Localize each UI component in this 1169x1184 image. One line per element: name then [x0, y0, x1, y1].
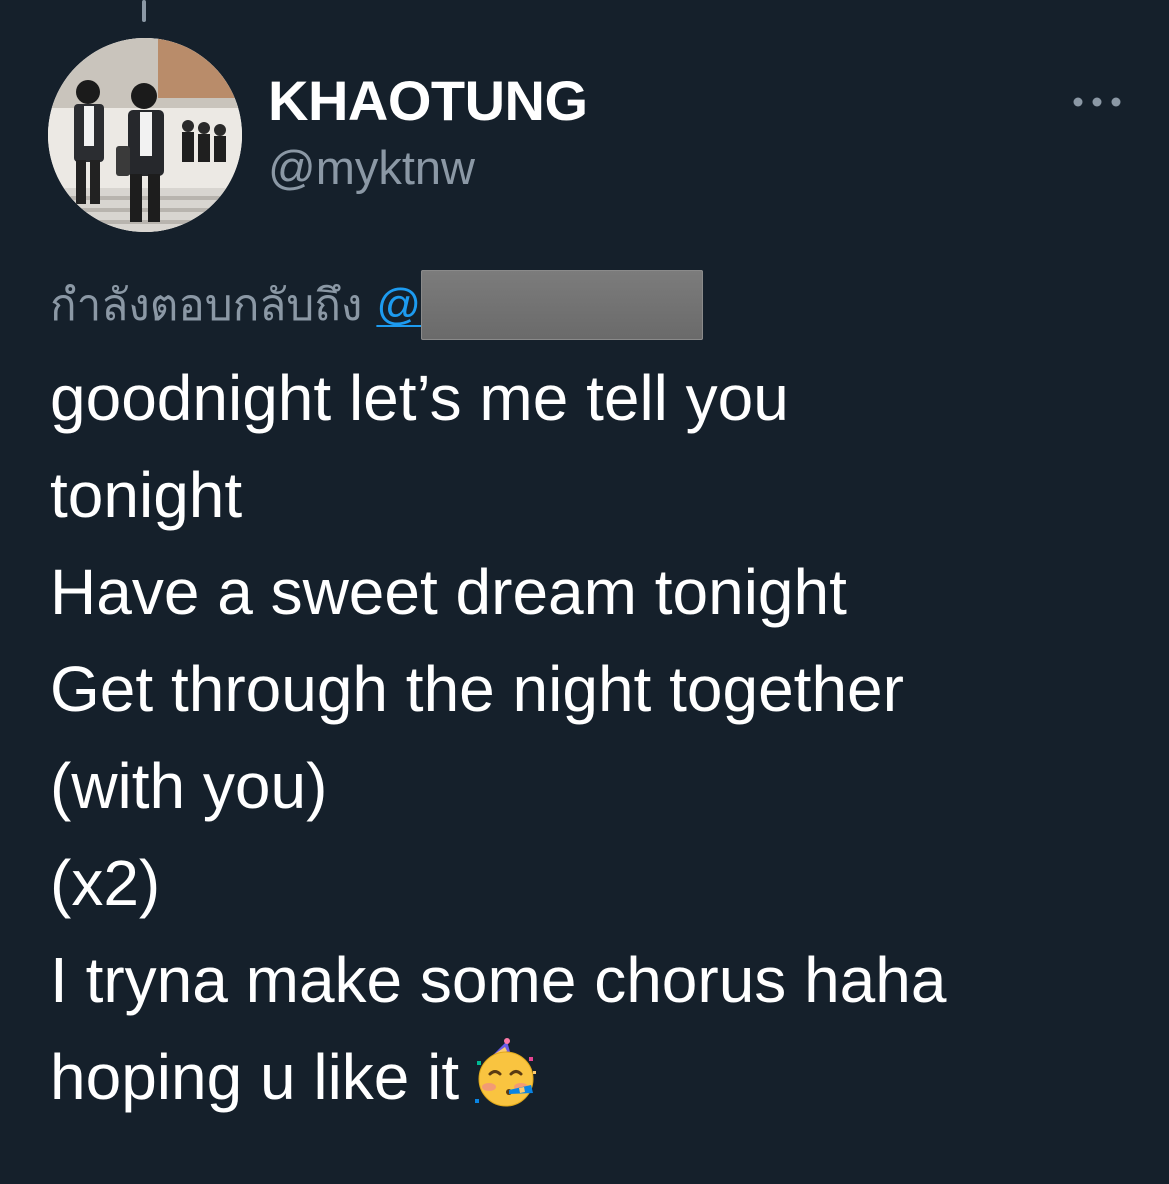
- partying-face-emoji-icon: [469, 1037, 543, 1138]
- tweet-text-last-line-text: hoping u like it: [50, 1041, 460, 1113]
- replying-to-label: กำลังตอบกลับถึง: [50, 281, 363, 330]
- tweet-text-line: I tryna make some chorus haha: [50, 944, 947, 1016]
- tweet-text-line: (x2): [50, 847, 161, 919]
- replying-to-line: กำลังตอบกลับถึง @: [50, 270, 704, 340]
- tweet-text-line: tonight: [50, 459, 243, 531]
- redacted-username-box: [421, 270, 704, 340]
- avatar[interactable]: [48, 38, 242, 232]
- thread-connector-line: [142, 0, 146, 22]
- tweet-text-line: (with you): [50, 750, 328, 822]
- author-display-name[interactable]: KHAOTUNG: [268, 68, 588, 133]
- more-options-button[interactable]: [1064, 84, 1130, 120]
- tweet-text-line: Have a sweet dream tonight: [50, 556, 847, 628]
- more-horizontal-icon: [1073, 97, 1121, 107]
- replying-to-mention-link[interactable]: @: [376, 280, 421, 330]
- tweet-text: goodnight let’s me tell you tonight Have…: [50, 350, 1150, 1126]
- tweet-text-line: Get through the night together: [50, 653, 904, 725]
- avatar-photo: [48, 38, 242, 232]
- tweet-text-line: goodnight let’s me tell you: [50, 362, 789, 434]
- tweet-text-line-last: hoping u like it: [50, 1029, 1150, 1126]
- author-handle[interactable]: @myktnw: [268, 140, 475, 195]
